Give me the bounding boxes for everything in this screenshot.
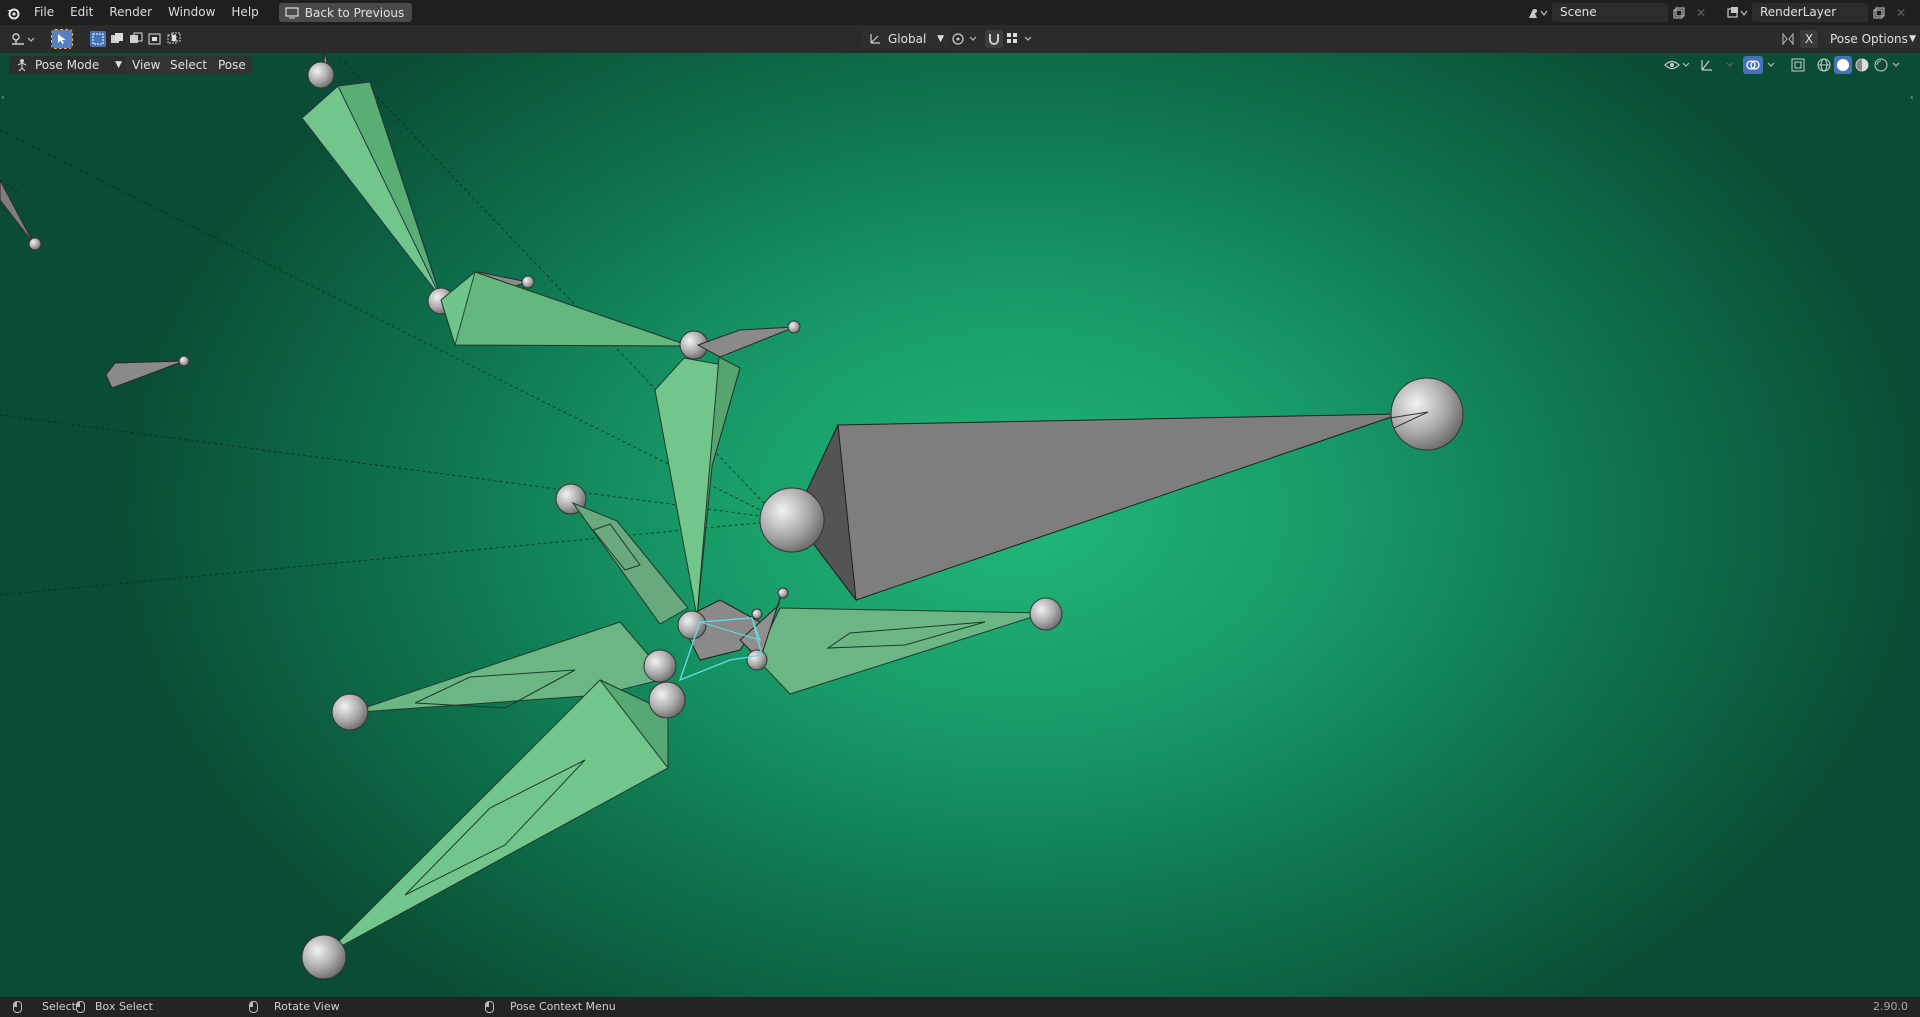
menu-help[interactable]: Help bbox=[223, 0, 266, 25]
pivot-point-icon[interactable] bbox=[950, 31, 980, 48]
status-context-menu: Pose Context Menu bbox=[485, 1000, 616, 1013]
mode-dropdown[interactable]: Pose Mode ▼ bbox=[9, 56, 128, 74]
delete-view-layer-icon[interactable]: ✕ bbox=[1890, 3, 1912, 22]
status-select: Select bbox=[13, 1000, 76, 1013]
transform-orientation-dropdown[interactable]: Global ▼ bbox=[862, 30, 950, 48]
3d-viewport[interactable]: Pose Mode ▼ View Select Pose › ‹ bbox=[0, 53, 1920, 997]
select-tool-icon[interactable] bbox=[51, 29, 73, 49]
toolbar-expand-arrow[interactable]: › bbox=[1, 93, 5, 103]
menu-select[interactable]: Select bbox=[164, 56, 214, 74]
delete-scene-icon[interactable]: ✕ bbox=[1690, 3, 1712, 22]
global-axes-icon bbox=[870, 34, 880, 44]
menu-pose[interactable]: Pose bbox=[212, 56, 252, 74]
selection-mode-invert-icon[interactable] bbox=[147, 31, 163, 47]
menu-file[interactable]: File bbox=[26, 0, 62, 25]
pose-options-label: Pose Options bbox=[1830, 32, 1908, 46]
viewport-header: Pose Mode ▼ View Select Pose bbox=[0, 53, 1920, 77]
bone-right-arm[interactable] bbox=[755, 597, 1063, 695]
bone-offscreen-left[interactable] bbox=[0, 179, 42, 251]
snap-magnet-icon[interactable] bbox=[985, 30, 1003, 48]
status-context-menu-label: Pose Context Menu bbox=[510, 1000, 616, 1013]
mouse-right-icon bbox=[485, 1000, 494, 1013]
armature-bones[interactable] bbox=[0, 53, 1920, 997]
selection-mode-intersect-icon[interactable] bbox=[166, 31, 182, 47]
x-mirror-toggle[interactable]: X bbox=[1800, 30, 1818, 48]
pose-mode-icon bbox=[17, 59, 27, 72]
mouse-drag-icon bbox=[76, 1000, 85, 1013]
view-layer-icon[interactable] bbox=[1722, 3, 1752, 22]
menu-window[interactable]: Window bbox=[160, 0, 223, 25]
status-box-select-label: Box Select bbox=[95, 1000, 153, 1013]
blender-logo-icon[interactable] bbox=[0, 0, 26, 25]
back-to-previous-label: Back to Previous bbox=[304, 5, 405, 20]
menu-edit[interactable]: Edit bbox=[62, 0, 101, 25]
shading-rendered-icon[interactable] bbox=[1872, 56, 1902, 74]
bone-small-left[interactable] bbox=[105, 355, 190, 389]
pose-options-dropdown[interactable]: Pose Options ▼ bbox=[1824, 30, 1920, 48]
mirror-icon[interactable] bbox=[1780, 31, 1798, 48]
scene-icon[interactable] bbox=[1522, 3, 1552, 22]
relationship-lines bbox=[0, 57, 791, 596]
selection-mode-subtract-icon[interactable] bbox=[128, 31, 144, 47]
mouse-left-icon bbox=[13, 1000, 22, 1013]
snap-increment-icon[interactable] bbox=[1005, 31, 1035, 48]
status-select-label: Select bbox=[42, 1000, 76, 1013]
mouse-middle-icon bbox=[249, 1000, 258, 1013]
chevron-down-icon: ▼ bbox=[937, 34, 944, 44]
chevron-down-icon: ▼ bbox=[1909, 34, 1916, 44]
shading-solid-icon[interactable] bbox=[1834, 56, 1852, 74]
version-label: 2.90.0 bbox=[1873, 1000, 1908, 1013]
status-rotate-view-label: Rotate View bbox=[274, 1000, 340, 1013]
transform-orientation-label: Global bbox=[888, 32, 927, 46]
editor-type-icon[interactable] bbox=[10, 31, 38, 48]
status-bar: Select Box Select Rotate View Pose Conte… bbox=[0, 997, 1920, 1017]
status-rotate-view: Rotate View bbox=[249, 1000, 340, 1013]
shading-material-icon[interactable] bbox=[1853, 56, 1871, 74]
scene-name-field[interactable]: Scene bbox=[1552, 3, 1668, 22]
status-box-select: Box Select bbox=[76, 1000, 153, 1013]
new-view-layer-icon[interactable] bbox=[1868, 3, 1890, 22]
view-layer-selector: RenderLayer ✕ bbox=[1722, 3, 1912, 22]
selection-mode-extend-icon[interactable] bbox=[109, 31, 125, 47]
screen-icon bbox=[285, 6, 299, 18]
new-scene-icon[interactable] bbox=[1668, 3, 1690, 22]
chevron-down-icon: ▼ bbox=[115, 60, 122, 70]
menu-view[interactable]: View bbox=[126, 56, 167, 74]
menu-render[interactable]: Render bbox=[101, 0, 160, 25]
xray-toggle-icon[interactable] bbox=[1789, 56, 1807, 74]
back-to-previous-button[interactable]: Back to Previous bbox=[278, 3, 413, 22]
shading-wireframe-icon[interactable] bbox=[1815, 56, 1833, 74]
bone-mid-left[interactable] bbox=[555, 483, 689, 625]
selection-mode-new-icon[interactable] bbox=[90, 31, 106, 47]
top-menubar: File Edit Render Window Help Back to Pre… bbox=[0, 0, 1920, 25]
scene-selector: Scene ✕ bbox=[1522, 3, 1712, 22]
sidebar-expand-arrow[interactable]: ‹ bbox=[1910, 93, 1914, 103]
bone-upper-chain[interactable] bbox=[301, 53, 801, 618]
gizmo-icon[interactable] bbox=[1699, 57, 1739, 73]
mode-label: Pose Mode bbox=[35, 58, 100, 72]
view-layer-field[interactable]: RenderLayer bbox=[1752, 3, 1868, 22]
tool-header: Global ▼ X Pose Options ▼ bbox=[0, 25, 1920, 53]
overlays-icon[interactable] bbox=[1743, 56, 1779, 74]
visibility-eye-icon[interactable] bbox=[1663, 57, 1693, 73]
bone-large-gray[interactable] bbox=[759, 377, 1464, 602]
